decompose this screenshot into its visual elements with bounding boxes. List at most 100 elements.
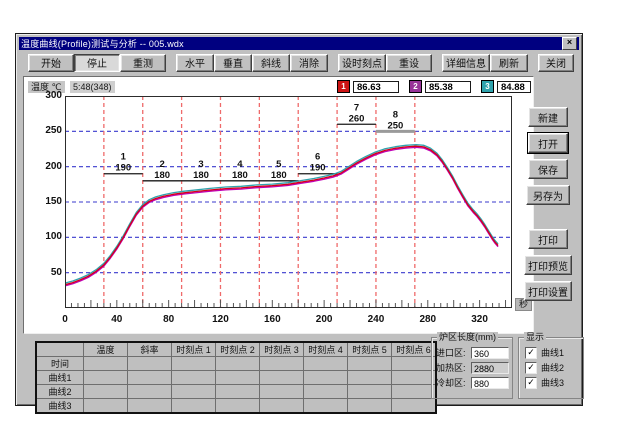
table-column-header: 时刻点 4 bbox=[304, 342, 348, 357]
channel-2-value: 85.38 bbox=[425, 81, 471, 93]
x-axis-tick-label: 280 bbox=[412, 314, 444, 325]
table-cell bbox=[304, 357, 348, 371]
channel-readouts: 186.63285.38384.88 bbox=[327, 80, 531, 93]
side-button-print[interactable]: 打印 bbox=[528, 229, 568, 249]
app-window: 温度曲线(Profile)测试与分析 -- 005.wdx × 开始停止重测水平… bbox=[15, 33, 583, 406]
table-row-header: 时间 bbox=[36, 357, 84, 371]
heating-zone-row: 加热区:2880 bbox=[436, 361, 509, 374]
zone-setpoint-label: 190 bbox=[115, 163, 131, 174]
cooling-zone-row: 冷却区:880 bbox=[436, 376, 509, 389]
toolbar-button-remeasure[interactable]: 重测 bbox=[120, 54, 166, 72]
curve1-checkbox[interactable]: ✓ bbox=[525, 347, 537, 359]
channel-2-swatch: 2 bbox=[409, 80, 422, 93]
y-axis-tick-label: 150 bbox=[34, 196, 62, 207]
zone-setpoint-label: 190 bbox=[310, 163, 326, 174]
table-cell bbox=[84, 385, 128, 399]
zone-number-label: 5 bbox=[276, 159, 282, 170]
table-row: 曲线1 bbox=[36, 371, 436, 385]
x-axis-tick-label: 40 bbox=[101, 314, 133, 325]
table-cell bbox=[172, 399, 216, 414]
side-button-open[interactable]: 打开 bbox=[528, 133, 568, 153]
table-cell bbox=[172, 371, 216, 385]
x-axis-tick-label: 80 bbox=[153, 314, 185, 325]
toolbar-button-erase[interactable]: 消除 bbox=[290, 54, 328, 72]
zone-number-label: 8 bbox=[393, 109, 398, 120]
side-button-print-setup[interactable]: 打印设置 bbox=[524, 281, 572, 301]
table-cell bbox=[260, 371, 304, 385]
x-axis-tick-label: 240 bbox=[360, 314, 392, 325]
side-button-save[interactable]: 保存 bbox=[528, 159, 568, 179]
toolbar-button-refresh[interactable]: 刷新 bbox=[490, 54, 528, 72]
table-column-header: 时刻点 2 bbox=[216, 342, 260, 357]
table-cell bbox=[172, 357, 216, 371]
close-icon[interactable]: × bbox=[562, 37, 577, 50]
curve3-checkbox[interactable]: ✓ bbox=[525, 377, 537, 389]
curve3-checkbox-label: 曲线3 bbox=[541, 376, 564, 389]
x-axis-tick-label: 320 bbox=[464, 314, 496, 325]
zone-setpoint-label: 250 bbox=[387, 120, 403, 131]
heating-zone-field[interactable]: 2880 bbox=[471, 362, 509, 374]
curve2-checkbox-label: 曲线2 bbox=[541, 361, 564, 374]
file-button-column: 新建打开保存另存为打印打印预览打印设置 bbox=[517, 76, 579, 332]
table-cell bbox=[216, 357, 260, 371]
x-axis-tick-label: 0 bbox=[49, 314, 81, 325]
channel-2-readout: 285.38 bbox=[409, 80, 471, 93]
table-cell bbox=[260, 385, 304, 399]
y-axis-tick-label: 100 bbox=[34, 231, 62, 242]
bottom-area: 温度斜率时刻点 1时刻点 2时刻点 3时刻点 4时刻点 5时刻点 6时间曲线1曲… bbox=[19, 337, 579, 402]
curve2-checkbox[interactable]: ✓ bbox=[525, 362, 537, 374]
table-cell bbox=[392, 385, 437, 399]
table-cell bbox=[304, 385, 348, 399]
toolbar-button-horizontal[interactable]: 水平 bbox=[176, 54, 214, 72]
channel-1-swatch: 1 bbox=[337, 80, 350, 93]
table-cell bbox=[216, 385, 260, 399]
heating-zone-label: 加热区: bbox=[436, 361, 471, 374]
y-axis-tick-label: 300 bbox=[34, 90, 62, 101]
temperature-plot: 11902180318041805180619072608250 bbox=[65, 96, 512, 308]
table-column-header: 时刻点 6 bbox=[392, 342, 437, 357]
side-button-save-as[interactable]: 另存为 bbox=[526, 185, 570, 205]
zone-number-label: 4 bbox=[237, 159, 243, 170]
table-cell bbox=[172, 385, 216, 399]
table-cell bbox=[128, 371, 172, 385]
toolbar-button-vertical[interactable]: 垂直 bbox=[214, 54, 252, 72]
y-axis-tick-label: 200 bbox=[34, 161, 62, 172]
table-row-header: 曲线2 bbox=[36, 385, 84, 399]
title-bar: 温度曲线(Profile)测试与分析 -- 005.wdx × bbox=[19, 37, 579, 50]
channel-1-value: 86.63 bbox=[353, 81, 399, 93]
table-cell bbox=[128, 399, 172, 414]
cooling-zone-field[interactable]: 880 bbox=[471, 377, 509, 389]
y-axis-tick-label: 50 bbox=[34, 267, 62, 278]
zone-setpoint-label: 180 bbox=[154, 170, 170, 181]
zone-setpoint-label: 180 bbox=[193, 170, 209, 181]
zone-number-label: 1 bbox=[121, 152, 127, 163]
inlet-zone-row: 进口区:360 bbox=[436, 346, 509, 359]
table-row-header: 曲线3 bbox=[36, 399, 84, 414]
toolbar-button-stop[interactable]: 停止 bbox=[74, 54, 120, 72]
table-cell bbox=[392, 371, 437, 385]
inlet-zone-field[interactable]: 360 bbox=[471, 347, 509, 359]
toolbar-button-reset[interactable]: 重设 bbox=[386, 54, 432, 72]
table-cell bbox=[348, 371, 392, 385]
toolbar-button-details[interactable]: 详细信息 bbox=[442, 54, 490, 72]
table-row: 曲线3 bbox=[36, 399, 436, 414]
toolbar-button-slope-line[interactable]: 斜线 bbox=[252, 54, 290, 72]
toolbar-button-close-window[interactable]: 关闭 bbox=[538, 54, 574, 72]
zone-setpoint-label: 180 bbox=[232, 170, 248, 181]
chart-panel: 温度 ℃ 5:48(348) 186.63285.38384.88 119021… bbox=[23, 76, 534, 334]
toolbar-button-set-time-points[interactable]: 设时刻点 bbox=[338, 54, 386, 72]
table-cell bbox=[84, 399, 128, 414]
table-corner-cell bbox=[36, 342, 84, 357]
side-button-print-preview[interactable]: 打印预览 bbox=[524, 255, 572, 275]
table-row-header: 曲线1 bbox=[36, 371, 84, 385]
x-axis-tick-label: 200 bbox=[308, 314, 340, 325]
table-cell bbox=[260, 399, 304, 414]
table-cell bbox=[304, 371, 348, 385]
table-column-header: 时刻点 1 bbox=[172, 342, 216, 357]
toolbar-button-start[interactable]: 开始 bbox=[28, 54, 74, 72]
y-axis-tick-label: 250 bbox=[34, 125, 62, 136]
elapsed-time-label: 5:48(348) bbox=[70, 81, 115, 93]
toolbar: 开始停止重测水平垂直斜线消除设时刻点重设详细信息刷新关闭 bbox=[19, 52, 579, 73]
side-button-new[interactable]: 新建 bbox=[528, 107, 568, 127]
table-cell bbox=[216, 399, 260, 414]
